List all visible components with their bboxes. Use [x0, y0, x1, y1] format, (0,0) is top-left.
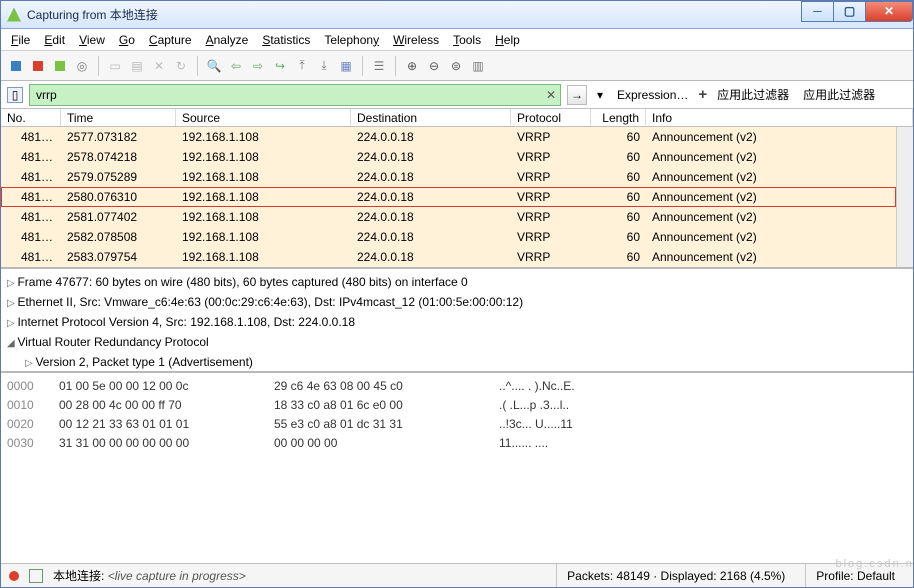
first-packet-icon[interactable]: ⤒: [293, 57, 311, 75]
expert-info-icon[interactable]: [9, 571, 19, 581]
packet-row[interactable]: 481…2583.079754192.168.1.108224.0.0.18VR…: [1, 247, 896, 267]
tree-frame[interactable]: Frame 47677: 60 bytes on wire (480 bits)…: [7, 273, 907, 293]
menu-help[interactable]: Help: [495, 33, 520, 47]
packet-bytes-pane[interactable]: 000001 00 5e 00 00 12 00 0c29 c6 4e 63 0…: [1, 373, 913, 563]
tree-vrrp-version[interactable]: Version 2, Packet type 1 (Advertisement): [7, 353, 907, 373]
col-header-info[interactable]: Info: [646, 109, 913, 126]
colorize-icon[interactable]: ☰: [370, 57, 388, 75]
last-packet-icon[interactable]: ⤓: [315, 57, 333, 75]
col-header-time[interactable]: Time: [61, 109, 176, 126]
col-header-destination[interactable]: Destination: [351, 109, 511, 126]
save-file-icon[interactable]: ▤: [128, 57, 146, 75]
status-interface: 本地连接:: [53, 569, 104, 583]
stop-capture-icon[interactable]: [29, 57, 47, 75]
menu-tools[interactable]: Tools: [453, 33, 481, 47]
hex-row[interactable]: 002000 12 21 33 63 01 01 0155 e3 c0 a8 0…: [7, 415, 907, 434]
menu-statistics[interactable]: Statistics: [262, 33, 310, 47]
find-packet-icon[interactable]: 🔍: [205, 57, 223, 75]
zoom-reset-icon[interactable]: ⊜: [447, 57, 465, 75]
menu-wireless[interactable]: Wireless: [393, 33, 439, 47]
apply-filter-button-2[interactable]: 应用此过滤器: [799, 86, 879, 103]
minimize-button[interactable]: ─: [801, 1, 834, 22]
hex-row[interactable]: 003031 31 00 00 00 00 00 0000 00 00 0011…: [7, 434, 907, 453]
packet-row[interactable]: 481…2577.073182192.168.1.108224.0.0.18VR…: [1, 127, 896, 147]
window-title: Capturing from 本地连接: [27, 6, 802, 23]
zoom-in-icon[interactable]: ⊕: [403, 57, 421, 75]
hex-row[interactable]: 001000 28 00 4c 00 00 ff 7018 33 c0 a8 0…: [7, 396, 907, 415]
col-header-protocol[interactable]: Protocol: [511, 109, 591, 126]
packet-list-scrollbar[interactable]: [896, 127, 913, 267]
start-capture-icon[interactable]: [7, 57, 25, 75]
packet-list-pane: No. Time Source Destination Protocol Len…: [1, 109, 913, 269]
filter-bar: ▯ ✕ → ▾ Expression… + 应用此过滤器 应用此过滤器: [1, 81, 913, 109]
hex-row[interactable]: 000001 00 5e 00 00 12 00 0c29 c6 4e 63 0…: [7, 377, 907, 396]
expression-button[interactable]: Expression…: [613, 88, 692, 102]
status-live: <live capture in progress>: [108, 569, 246, 583]
status-bar: 本地连接: <live capture in progress> Packets…: [1, 563, 913, 587]
packet-row[interactable]: 481…2578.074218192.168.1.108224.0.0.18VR…: [1, 147, 896, 167]
menu-bar: File Edit View Go Capture Analyze Statis…: [1, 29, 913, 51]
go-forward-icon[interactable]: ⇨: [249, 57, 267, 75]
menu-go[interactable]: Go: [119, 33, 135, 47]
menu-edit[interactable]: Edit: [44, 33, 65, 47]
zoom-out-icon[interactable]: ⊖: [425, 57, 443, 75]
apply-filter-arrow-icon[interactable]: →: [567, 85, 587, 105]
menu-analyze[interactable]: Analyze: [206, 33, 249, 47]
menu-view[interactable]: View: [79, 33, 105, 47]
status-profile[interactable]: Profile: Default: [805, 564, 905, 587]
packet-row[interactable]: 481…2580.076310192.168.1.108224.0.0.18VR…: [1, 187, 896, 207]
recent-filters-dropdown[interactable]: ▾: [593, 85, 607, 105]
maximize-button[interactable]: ▢: [833, 1, 866, 22]
jump-packet-icon[interactable]: ↪: [271, 57, 289, 75]
open-file-icon[interactable]: ▭: [106, 57, 124, 75]
col-header-source[interactable]: Source: [176, 109, 351, 126]
close-file-icon[interactable]: ✕: [150, 57, 168, 75]
tree-ethernet[interactable]: Ethernet II, Src: Vmware_c6:4e:63 (00:0c…: [7, 293, 907, 313]
auto-scroll-icon[interactable]: ▦: [337, 57, 355, 75]
menu-file[interactable]: File: [11, 33, 30, 47]
col-header-no[interactable]: No.: [1, 109, 61, 126]
reload-icon[interactable]: ↻: [172, 57, 190, 75]
apply-filter-button[interactable]: 应用此过滤器: [713, 86, 793, 103]
restart-capture-icon[interactable]: [51, 57, 69, 75]
close-button[interactable]: ✕: [865, 1, 913, 22]
bookmark-filter-icon[interactable]: ▯: [7, 87, 23, 103]
col-header-length[interactable]: Length: [591, 109, 646, 126]
resize-cols-icon[interactable]: ▥: [469, 57, 487, 75]
packet-row[interactable]: 481…2581.077402192.168.1.108224.0.0.18VR…: [1, 207, 896, 227]
add-filter-button[interactable]: +: [698, 86, 707, 103]
tree-vrrp[interactable]: Virtual Router Redundancy Protocol: [7, 333, 907, 353]
tree-ip[interactable]: Internet Protocol Version 4, Src: 192.16…: [7, 313, 907, 333]
clear-filter-icon[interactable]: ✕: [542, 88, 560, 102]
go-back-icon[interactable]: ⇦: [227, 57, 245, 75]
packet-details-pane[interactable]: Frame 47677: 60 bytes on wire (480 bits)…: [1, 269, 913, 373]
menu-capture[interactable]: Capture: [149, 33, 192, 47]
toolbar: ◎ ▭ ▤ ✕ ↻ 🔍 ⇦ ⇨ ↪ ⤒ ⤓ ▦ ☰ ⊕ ⊖ ⊜ ▥: [1, 51, 913, 81]
menu-telephony[interactable]: Telephony: [324, 33, 379, 47]
wireshark-icon: [7, 8, 21, 22]
packet-row[interactable]: 481…2582.078508192.168.1.108224.0.0.18VR…: [1, 227, 896, 247]
display-filter-input[interactable]: [30, 88, 542, 102]
capture-file-icon[interactable]: [29, 569, 43, 583]
status-packets: Packets: 48149 · Displayed: 2168 (4.5%): [556, 564, 795, 587]
capture-options-icon[interactable]: ◎: [73, 57, 91, 75]
packet-row[interactable]: 481…2579.075289192.168.1.108224.0.0.18VR…: [1, 167, 896, 187]
packet-list-header[interactable]: No. Time Source Destination Protocol Len…: [1, 109, 913, 127]
title-bar[interactable]: Capturing from 本地连接 ─ ▢ ✕: [1, 1, 913, 29]
